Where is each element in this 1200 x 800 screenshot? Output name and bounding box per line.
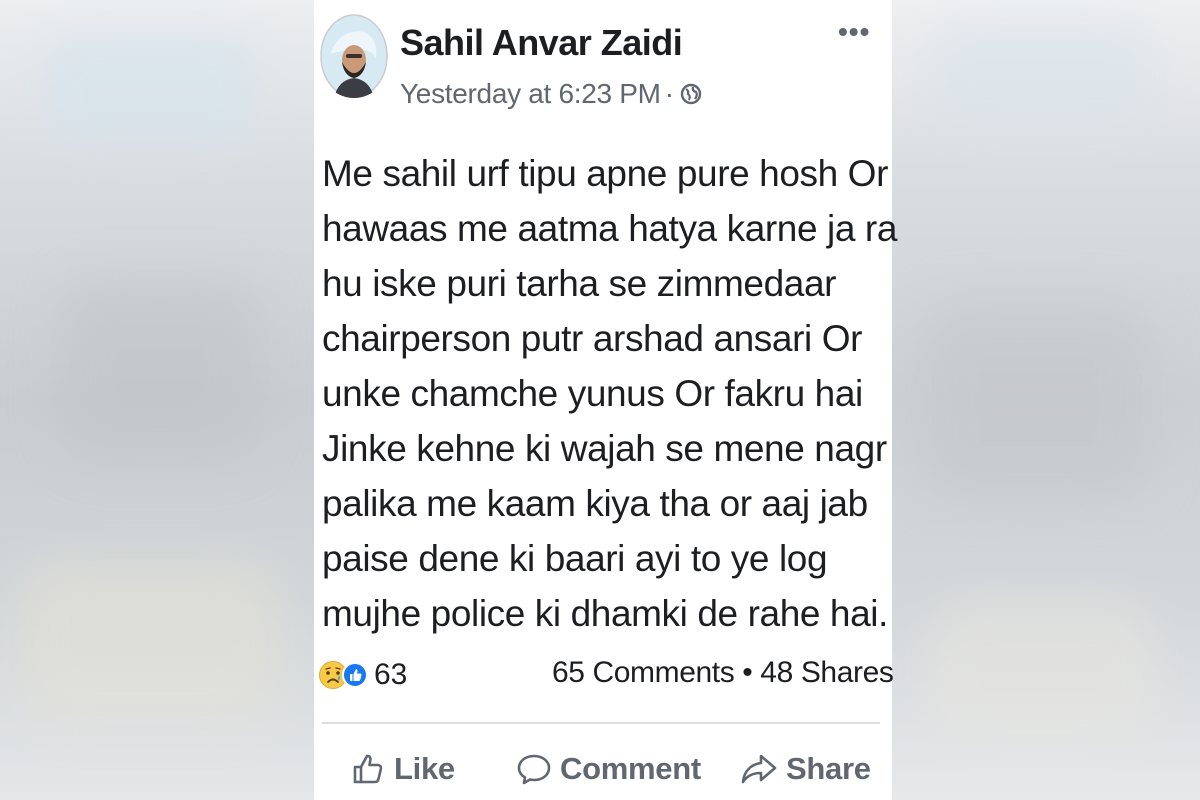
post-text-line: paise dene ki baari ayi to ye log bbox=[322, 538, 828, 579]
post-text-line: chairperson putr arshad ansari Or bbox=[322, 318, 863, 359]
avatar[interactable] bbox=[320, 14, 388, 98]
background-right bbox=[892, 0, 1200, 800]
comment-button[interactable]: Comment bbox=[516, 740, 701, 798]
post-text-line: mujhe police ki dhamki de rahe hai. bbox=[322, 593, 888, 634]
post-text-line: unke chamche yunus Or fakru hai bbox=[322, 373, 863, 414]
background-left bbox=[0, 0, 314, 800]
post-text-line: hawaas me aatma hatya karne ja ra bbox=[322, 208, 898, 249]
like-button[interactable]: Like bbox=[350, 740, 455, 798]
thumbs-up-icon bbox=[353, 754, 383, 784]
comment-label: Comment bbox=[560, 751, 701, 786]
more-options-icon[interactable]: ••• bbox=[838, 18, 870, 46]
reactions-summary[interactable]: 63 bbox=[318, 652, 407, 698]
post-actions-bar: Like Comment Share bbox=[322, 740, 880, 798]
post-text-line: Me sahil urf tipu apne pure hosh Or bbox=[322, 153, 888, 194]
post-meta: Yesterday at 6:23 PM · bbox=[400, 78, 702, 110]
share-button[interactable]: Share bbox=[740, 740, 871, 798]
author-name[interactable]: Sahil Anvar Zaidi bbox=[400, 22, 683, 64]
globe-icon bbox=[680, 83, 701, 105]
action-divider bbox=[322, 722, 880, 724]
like-reaction-icon bbox=[342, 662, 368, 688]
post-text-line: hu iske puri tarha se zimmedaar bbox=[322, 263, 837, 304]
post-text-line: palika me kaam kiya tha or aaj jab bbox=[322, 483, 868, 524]
like-label: Like bbox=[394, 751, 455, 786]
reaction-count: 63 bbox=[374, 658, 408, 691]
share-arrow-icon bbox=[741, 754, 777, 784]
post-body: Me sahil urf tipu apne pure hosh Or hawa… bbox=[322, 146, 898, 641]
share-label: Share bbox=[786, 751, 871, 786]
comments-shares-count[interactable]: 65 Comments • 48 Shares bbox=[552, 656, 894, 690]
post-timestamp[interactable]: Yesterday at 6:23 PM bbox=[400, 78, 661, 110]
meta-separator: · bbox=[664, 78, 674, 109]
comment-icon bbox=[517, 754, 551, 785]
post-text-line: Jinke kehne ki wajah se mene nagr bbox=[322, 428, 887, 469]
